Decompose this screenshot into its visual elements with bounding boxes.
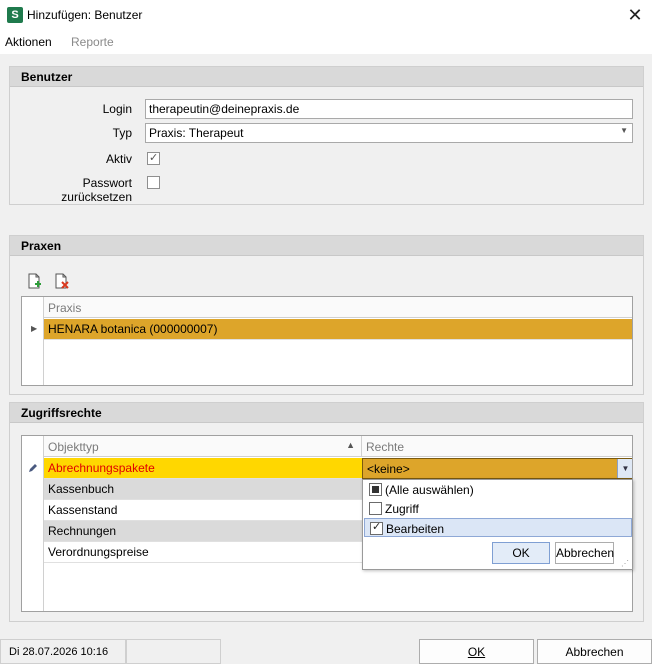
option-label: Zugriff xyxy=(385,502,419,516)
ok-button[interactable]: OK xyxy=(419,639,534,664)
resize-grip-icon[interactable]: ⋰ xyxy=(621,559,629,568)
rechte-popup: (Alle auswählen) Zugriff ✓ Bearbeiten OK… xyxy=(362,479,633,570)
edit-pencil-icon xyxy=(29,464,37,472)
title-bar: S Hinzufügen: Benutzer ✕ xyxy=(0,0,652,30)
typ-value: Praxis: Therapeut xyxy=(149,126,244,140)
status-empty xyxy=(126,639,221,664)
aktiv-label: Aktiv xyxy=(105,152,132,166)
objekttyp-header-label: Objekttyp xyxy=(48,440,99,454)
typ-select[interactable]: Praxis: Therapeut ▼ xyxy=(145,123,633,143)
chevron-down-icon[interactable]: ▼ xyxy=(617,459,632,478)
check-icon: ✓ xyxy=(149,152,159,164)
login-label: Login xyxy=(102,102,132,116)
option-bearbeiten[interactable]: ✓ Bearbeiten xyxy=(364,518,632,537)
rechte-value: <keine> xyxy=(367,462,410,476)
rechte-column-header[interactable]: Rechte xyxy=(362,436,632,457)
menu-reporte[interactable]: Reporte xyxy=(71,35,114,49)
chevron-down-icon: ▼ xyxy=(620,126,628,135)
reset-checkbox[interactable] xyxy=(147,176,160,189)
option-label: (Alle auswählen) xyxy=(385,483,474,497)
table-row[interactable]: Abrechnungspakete xyxy=(44,458,362,479)
table-row[interactable]: HENARA botanica (000000007) xyxy=(44,319,632,340)
add-document-icon[interactable] xyxy=(26,273,42,289)
popup-ok-button[interactable]: OK xyxy=(492,542,550,564)
delete-document-icon[interactable] xyxy=(53,273,69,289)
window-title: Hinzufügen: Benutzer xyxy=(27,8,143,22)
option-alle-auswaehlen[interactable]: (Alle auswählen) xyxy=(364,480,632,499)
benutzer-header: Benutzer xyxy=(10,67,643,87)
menu-aktionen[interactable]: Aktionen xyxy=(5,35,52,49)
reset-label: Passwort zurücksetzen xyxy=(61,176,132,204)
aktiv-checkbox[interactable]: ✓ xyxy=(147,152,160,165)
zugriff-header: Zugriffsrechte xyxy=(10,403,643,423)
menu-bar: Aktionen Reporte xyxy=(0,30,652,54)
row-indicator-column xyxy=(22,297,44,385)
login-input[interactable]: therapeutin@deinepraxis.de xyxy=(145,99,633,119)
option-label: Bearbeiten xyxy=(386,522,445,536)
ok-button-label: OK xyxy=(467,645,486,659)
typ-label: Typ xyxy=(112,126,132,140)
praxen-header: Praxen xyxy=(10,236,643,256)
app-icon: S xyxy=(7,7,23,23)
praxen-grid: Praxis ▶ HENARA botanica (000000007) xyxy=(21,296,633,386)
option-zugriff[interactable]: Zugriff xyxy=(364,499,632,518)
sort-ascending-icon: ▲ xyxy=(346,440,355,450)
praxis-column-header[interactable]: Praxis xyxy=(44,297,632,318)
objekttyp-column-header[interactable]: Objekttyp ▲ xyxy=(44,436,362,457)
checkbox[interactable]: ✓ xyxy=(370,521,383,535)
popup-cancel-button[interactable]: Abbrechen xyxy=(555,542,614,564)
indeterminate-checkbox[interactable] xyxy=(369,483,382,496)
cancel-button[interactable]: Abbrechen xyxy=(537,639,652,664)
current-row-arrow-icon: ▶ xyxy=(31,324,38,333)
status-datetime: Di 28.07.2026 10:16 xyxy=(0,639,126,664)
rechte-dropdown[interactable]: <keine> ▼ xyxy=(362,458,632,479)
close-icon[interactable]: ✕ xyxy=(624,4,646,26)
checkbox[interactable] xyxy=(369,502,382,515)
